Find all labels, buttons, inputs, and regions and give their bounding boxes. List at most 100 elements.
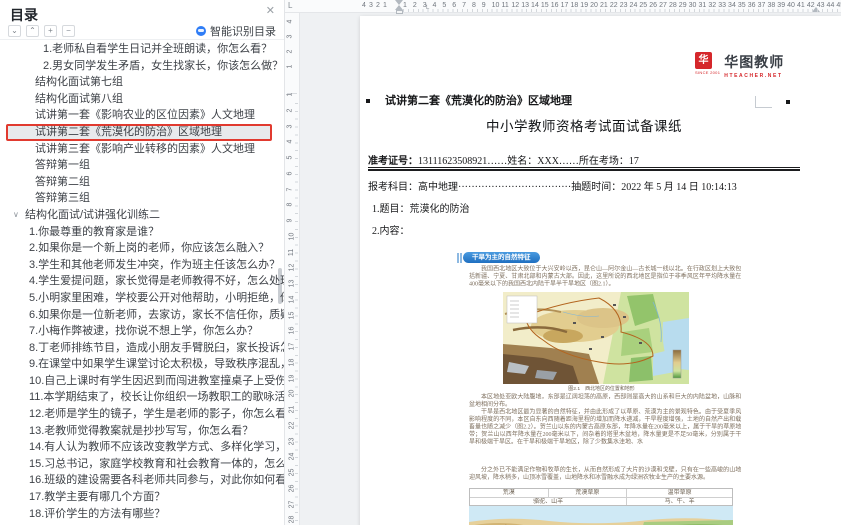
ruler-number: 43	[817, 2, 825, 9]
expand-all-button[interactable]: +	[44, 25, 57, 37]
toc-item-label: 1.你最尊重的教育家是谁？	[29, 226, 159, 238]
toc-item-label: 3.学生和其他老师发生冲突，作为班主任该怎么办？	[29, 259, 280, 271]
toc-item-label: 12.老师是学生的镜子，学生是老师的影子，你怎么看？	[29, 408, 284, 420]
toc-item[interactable]: 7.小梅作弊被逮，找你说不想上学，你怎么办？	[0, 323, 284, 340]
map-caption: 图2.1 西北地区的位置和地形	[511, 385, 693, 392]
toolbar-divider	[0, 39, 284, 40]
toc-item[interactable]: ∨结构化面试/试讲强化训练二	[0, 207, 284, 224]
toc-item[interactable]: 8.丁老师排练节目，造成小朋友手臂脱臼，家长投诉怎么办…	[0, 340, 284, 357]
ruler-number: 5	[442, 2, 446, 9]
ruler-number: 9	[482, 2, 486, 9]
ruler-number: 42	[807, 2, 815, 9]
toc-item[interactable]: 10.自己上课时有学生因迟到而闯进教室撞桌子上受伤了，你…	[0, 373, 284, 390]
ruler-number: 28	[669, 2, 677, 9]
desert-grassland-illustration	[469, 506, 733, 525]
toc-item[interactable]: 12.老师是学生的镜子，学生是老师的影子，你怎么看？	[0, 406, 284, 423]
ruler-number: 1	[286, 65, 293, 69]
toc-item[interactable]: 答辩第一组	[0, 157, 284, 174]
ruler-number: 2	[286, 108, 293, 112]
ruler-number: 27	[288, 500, 295, 508]
toc-panel-title: 目录	[10, 7, 38, 23]
toc-item[interactable]: 18.评价学生的方法有哪些？	[0, 506, 284, 523]
tab-stop-selector-icon[interactable]: L	[288, 1, 292, 10]
toc-item-label: 16.班级的建设需要各科老师共同参与，对此你如何看待？	[29, 474, 284, 486]
document-page[interactable]: 试讲第二套《荒漠化的防治》区域地理 华 SINCE 2001 华图教师 HTEA…	[360, 16, 841, 525]
ruler-number: 15	[288, 311, 295, 319]
toc-item[interactable]: 6.如果你是一位新老师，去家访，家长不信任你，质疑你的…	[0, 307, 284, 324]
textbook-paragraph: 干旱是西北地区最为显著的自然特征，并由此形成了以草原、荒漠为主的景观特色。由于受…	[469, 408, 741, 446]
toc-item[interactable]: 1.你最尊重的教育家是谁？	[0, 224, 284, 241]
ruler-number: 13	[288, 280, 295, 288]
toc-item[interactable]: 15.习总书记，家庭学校教育和社会教育一体的，怎么看待社…	[0, 456, 284, 473]
toc-item[interactable]: 13.老教师觉得教案就是抄抄写写，你怎么看？	[0, 423, 284, 440]
close-icon[interactable]: ✕	[266, 4, 275, 17]
logo-since-text: SINCE 2001	[695, 70, 720, 75]
ruler-number: 4	[362, 2, 366, 9]
ruler-number: 12	[511, 2, 519, 9]
ruler-number: 3	[286, 35, 293, 39]
toc-item[interactable]: 11.本学期结束了，校长让你组织一场教职工的歌咏活动，你…	[0, 389, 284, 406]
ruler-number: 23	[288, 437, 295, 445]
ruler-number: 1	[383, 2, 387, 9]
toc-item[interactable]: 16.班级的建设需要各科老师共同参与，对此你如何看待？	[0, 472, 284, 489]
toc-item[interactable]: 结构化面试第八组	[0, 91, 284, 108]
ruler-number: 37	[758, 2, 766, 9]
toc-item-label: 11.本学期结束了，校长让你组织一场教职工的歌咏活动，你…	[29, 391, 284, 403]
collapse-up-button[interactable]: ⌃	[26, 25, 39, 37]
logo-mark-wrap: 华 SINCE 2001	[695, 52, 720, 79]
toc-item[interactable]: 5.小明家里困难，学校要公开对他帮助，小明拒绝，你作为…	[0, 290, 284, 307]
toc-item[interactable]: 17.教学主要有哪几个方面？	[0, 489, 284, 506]
ruler-number: 3	[369, 2, 373, 9]
ruler-number: 21	[288, 406, 295, 414]
exam-info-label: 准考证号：	[368, 156, 418, 167]
ruler-number: 6	[286, 171, 293, 175]
ruler-number: 34	[728, 2, 736, 9]
ruler-number: 10	[492, 2, 500, 9]
toc-item-label: 1.老师私自看学生日记并全班朗读，你怎么看？	[43, 43, 272, 55]
toc-item[interactable]: 答辩第三组	[0, 190, 284, 207]
ruler-number: 2	[286, 50, 293, 54]
vertical-ruler: 4321123456789101112131415161718192021222…	[285, 13, 300, 525]
ruler-number: 30	[689, 2, 697, 9]
toc-item[interactable]: 2.如果你是一个新上岗的老师，你应该怎么融入？	[0, 240, 284, 257]
toc-item-label: 14.有人认为教师不应该改变教学方式、多样化学习，你怎么…	[29, 441, 284, 453]
toc-item[interactable]: 2.男女同学发生矛盾，女生找家长，你该怎么做？	[0, 58, 284, 75]
expand-down-button[interactable]: ⌄	[8, 25, 21, 37]
table-cell: 马、牛、羊	[627, 498, 732, 505]
toc-item[interactable]: 试讲第一套《影响农业的区位因素》人文地理	[0, 107, 284, 124]
ruler-number: 24	[630, 2, 638, 9]
ruler-number: 15	[541, 2, 549, 9]
toc-item[interactable]: 9.在课堂中如果学生课堂讨论太积极，导致秩序混乱，你该…	[0, 356, 284, 373]
ruler-number: 14	[288, 295, 295, 303]
ruler-number: 12	[288, 264, 295, 272]
ruler-number: 22	[610, 2, 618, 9]
logo-brand-text: 华图教师	[724, 52, 784, 72]
toc-item[interactable]: 试讲第三套《影响产业转移的因素》人文地理	[0, 141, 284, 158]
left-indent-marker[interactable]	[396, 10, 403, 14]
ruler-number: 33	[718, 2, 726, 9]
ruler-number: 8	[286, 203, 293, 207]
toc-item[interactable]: 4.学生爱提问题，家长觉得是老师教得不好，怎么处理？	[0, 273, 284, 290]
toc-item-label: 17.教学主要有哪几个方面？	[29, 491, 165, 503]
smart-toc-button[interactable]: 智能识别目录	[196, 23, 276, 39]
logo-mark-icon: 华	[695, 52, 712, 69]
ruler-number: 22	[288, 421, 295, 429]
ruler-number: 26	[649, 2, 657, 9]
toc-item[interactable]: 1.老师私自看学生日记并全班朗读，你怎么看？	[0, 41, 284, 58]
ruler-number: 6	[452, 2, 456, 9]
toc-item[interactable]: 答辩第二组	[0, 174, 284, 191]
ruler-number: 44	[827, 2, 835, 9]
toc-item-label: 答辩第一组	[35, 159, 90, 171]
chevron-down-icon[interactable]: ∨	[13, 207, 19, 224]
toc-item-selected[interactable]: 试讲第二套《荒漠化的防治》区域地理	[0, 124, 284, 141]
collapse-all-button[interactable]: −	[62, 25, 75, 37]
ruler-number: 2	[413, 2, 417, 9]
ruler-number: 40	[787, 2, 795, 9]
exam-info-line: 准考证号：13111623508921……姓名：XXX……所在考场：17	[368, 152, 639, 167]
ruler-number: 16	[288, 327, 295, 335]
ruler-number: 5	[286, 156, 293, 160]
ruler-number: 20	[288, 390, 295, 398]
toc-item[interactable]: 3.学生和其他老师发生冲突，作为班主任该怎么办？	[0, 257, 284, 274]
toc-item[interactable]: 14.有人认为教师不应该改变教学方式、多样化学习，你怎么…	[0, 439, 284, 456]
toc-item[interactable]: 结构化面试第七组	[0, 74, 284, 91]
